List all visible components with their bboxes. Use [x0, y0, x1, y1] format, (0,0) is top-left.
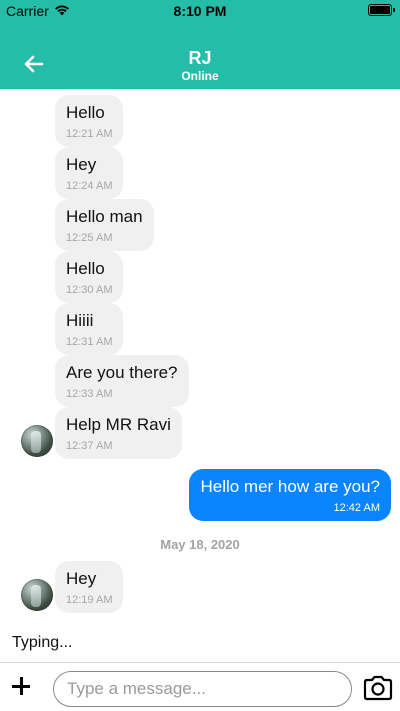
- date-separator: May 18, 2020: [160, 537, 240, 552]
- message-time: 12:30 AM: [66, 284, 113, 296]
- camera-icon[interactable]: [362, 674, 394, 702]
- message-bubble-incoming[interactable]: Hello 12:30 AM: [55, 251, 124, 303]
- message-bubble-incoming[interactable]: Are you there? 12:33 AM: [55, 355, 189, 407]
- message-list[interactable]: Hello 12:21 AM Hey 12:24 AM Hello man 12…: [0, 89, 400, 627]
- battery-icon: [368, 4, 395, 16]
- message-time: 12:31 AM: [66, 336, 113, 348]
- message-time: 12:42 AM: [333, 502, 380, 514]
- message-text: Are you there?: [66, 363, 178, 382]
- conversation-header: RJ Online: [0, 47, 400, 83]
- message-time: 12:24 AM: [66, 180, 113, 192]
- message-bubble-incoming[interactable]: Hello 12:21 AM: [55, 95, 124, 147]
- message-time: 12:33 AM: [66, 388, 113, 400]
- message-time: 12:19 AM: [66, 594, 113, 606]
- message-bubble-outgoing[interactable]: Hello mer how are you? 12:42 AM: [189, 469, 391, 521]
- message-bubble-incoming[interactable]: Hey 12:24 AM: [55, 147, 124, 199]
- message-time: 12:37 AM: [66, 440, 113, 452]
- message-text: Hello: [66, 259, 105, 278]
- message-text: Help MR Ravi: [66, 415, 171, 434]
- status-time: 8:10 PM: [173, 3, 227, 19]
- message-text: Hey: [66, 155, 97, 174]
- contact-avatar[interactable]: [21, 425, 53, 457]
- plus-icon[interactable]: [10, 675, 32, 697]
- message-text: Hey: [66, 569, 97, 588]
- message-bubble-incoming[interactable]: Help MR Ravi 12:37 AM: [55, 407, 182, 459]
- status-bar: Carrier 8:10 PM: [0, 0, 400, 22]
- typing-indicator: Typing...: [12, 634, 73, 651]
- contact-status: Online: [181, 69, 219, 83]
- message-bubble-incoming[interactable]: Hiiii 12:31 AM: [55, 303, 124, 355]
- contact-name: RJ: [188, 48, 212, 68]
- message-bubble-incoming[interactable]: Hello man 12:25 AM: [55, 199, 154, 251]
- header-bar: Carrier 8:10 PM RJ Online: [0, 0, 400, 89]
- message-input[interactable]: [53, 671, 352, 707]
- message-text: Hiiii: [66, 311, 94, 330]
- message-time: 12:21 AM: [66, 128, 113, 140]
- message-time: 12:25 AM: [66, 232, 113, 244]
- message-text: Hello mer how are you?: [200, 477, 380, 496]
- message-composer: [0, 662, 400, 711]
- message-text: Hello man: [66, 207, 143, 226]
- message-text: Hello: [66, 103, 105, 122]
- message-bubble-incoming[interactable]: Hey 12:19 AM: [55, 561, 124, 613]
- contact-avatar[interactable]: [21, 579, 53, 611]
